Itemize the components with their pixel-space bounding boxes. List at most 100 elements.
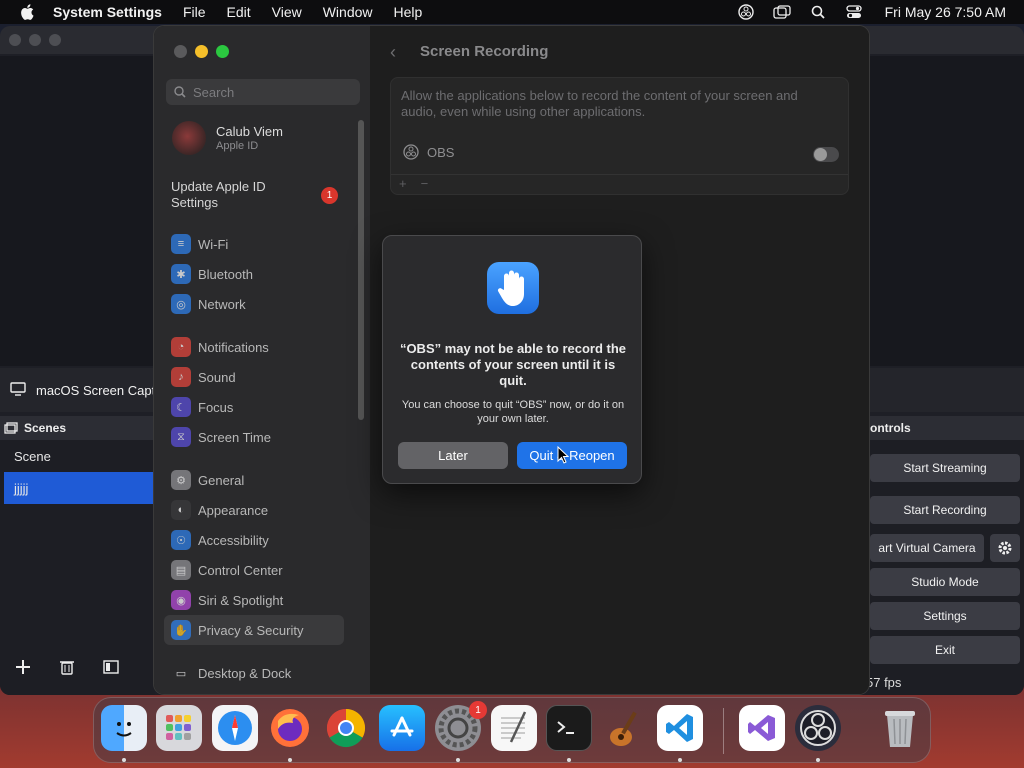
sidebar-item-sound[interactable]: ♪ Sound: [171, 365, 236, 389]
back-chevron-icon[interactable]: ‹: [390, 42, 396, 63]
scenes-panel-header: Scenes: [0, 416, 155, 440]
menubar-clock[interactable]: Fri May 26 7:50 AM: [885, 4, 1006, 20]
page-title: Screen Recording: [420, 43, 549, 60]
menu-help[interactable]: Help: [394, 4, 423, 20]
window-menubar-icon[interactable]: [772, 4, 791, 20]
toggle-knob: [814, 148, 827, 161]
card-divider: [391, 174, 848, 175]
add-scene-button[interactable]: [10, 655, 36, 679]
vscode-icon[interactable]: [657, 705, 703, 751]
scene-filters-icon[interactable]: [98, 655, 124, 679]
garageband-icon[interactable]: [602, 705, 648, 751]
menu-file[interactable]: File: [183, 4, 206, 20]
obs-icon[interactable]: [795, 705, 841, 751]
wifi-icon: ≡: [171, 234, 191, 254]
running-indicator: [678, 758, 682, 762]
update-apple-id-settings[interactable]: Update Apple ID Settings: [171, 179, 283, 211]
later-button[interactable]: Later: [398, 442, 508, 469]
apple-id-account[interactable]: Calub Viem Apple ID: [172, 121, 283, 155]
menu-app-name[interactable]: System Settings: [53, 4, 162, 20]
sidebar-item-label: Notifications: [198, 339, 269, 355]
monitor-icon: [10, 381, 26, 399]
permission-description: Allow the applications below to record t…: [401, 88, 798, 119]
sidebar-item-siri-spotlight[interactable]: ◉ Siri & Spotlight: [171, 588, 283, 612]
sidebar-item-focus[interactable]: ☾ Focus: [171, 395, 233, 419]
app-store-icon[interactable]: [379, 705, 425, 751]
sidebar-scrollbar[interactable]: [358, 120, 364, 420]
zoom-button[interactable]: [216, 45, 229, 58]
menu-window[interactable]: Window: [323, 4, 373, 20]
sidebar-item-accessibility[interactable]: ☉ Accessibility: [171, 528, 269, 552]
sidebar-item-general[interactable]: ⚙ General: [171, 468, 244, 492]
quit-reopen-button[interactable]: Quit & Reopen: [517, 442, 627, 469]
control-center-icon: ▤: [171, 560, 191, 580]
control-center-icon[interactable]: [845, 4, 863, 20]
spotlight-search-icon[interactable]: [809, 4, 827, 20]
sidebar-item-control-center[interactable]: ▤ Control Center: [171, 558, 283, 582]
search-field[interactable]: Search: [166, 79, 360, 105]
obs-zoom-button[interactable]: [49, 34, 61, 46]
obs-close-button[interactable]: [9, 34, 21, 46]
window-traffic-lights: [174, 45, 229, 58]
scene-toolbar: [10, 655, 124, 679]
sidebar-item-label: General: [198, 472, 245, 488]
obs-permission-toggle[interactable]: [813, 147, 839, 162]
sidebar-item-screen-time[interactable]: ⧖ Screen Time: [171, 425, 271, 449]
add-app-button[interactable]: +: [399, 176, 407, 191]
system-settings-badge: 1: [469, 701, 487, 719]
sidebar-item-label: Privacy & Security: [198, 622, 304, 638]
sidebar-item-label: Screen Time: [198, 429, 271, 445]
obs-exit-button[interactable]: Exit: [870, 636, 1020, 664]
settings-sidebar: Search Calub Viem Apple ID Update Apple …: [154, 26, 370, 694]
sidebar-item-label: Appearance: [198, 502, 269, 518]
trash-icon[interactable]: [877, 705, 923, 751]
remove-app-button[interactable]: −: [421, 176, 429, 191]
chrome-icon[interactable]: [323, 705, 369, 751]
apple-menu-icon[interactable]: [17, 4, 37, 20]
sidebar-item-desktop-dock[interactable]: ▭ Desktop & Dock: [171, 661, 291, 685]
scenes-header-label: Scenes: [24, 421, 67, 435]
privacy-hand-icon: [487, 262, 539, 314]
close-button[interactable]: [174, 45, 187, 58]
scene-item[interactable]: Scene: [0, 440, 155, 472]
terminal-icon[interactable]: [546, 705, 592, 751]
menu-view[interactable]: View: [272, 4, 302, 20]
sidebar-item-label: Control Center: [198, 562, 283, 578]
obs-controls-panel: ontrols Start Streaming Start Recording …: [866, 416, 1024, 695]
hourglass-icon: ⧖: [171, 427, 191, 447]
start-recording-button[interactable]: Start Recording: [870, 496, 1020, 524]
bell-icon: ◔: [171, 337, 191, 357]
menu-edit[interactable]: Edit: [227, 4, 251, 20]
sidebar-item-privacy-security[interactable]: ✋ Privacy & Security: [164, 615, 344, 645]
sidebar-item-appearance[interactable]: ◐ Appearance: [171, 498, 268, 522]
safari-icon[interactable]: [212, 705, 258, 751]
sidebar-item-label: Accessibility: [198, 532, 269, 548]
finder-icon[interactable]: [101, 705, 147, 751]
obs-source-label[interactable]: macOS Screen Captu: [36, 383, 162, 398]
firefox-icon[interactable]: [267, 705, 313, 751]
gear-icon: ⚙: [171, 470, 191, 490]
start-streaming-button[interactable]: Start Streaming: [870, 454, 1020, 482]
sidebar-item-notifications[interactable]: ◔ Notifications: [171, 335, 269, 359]
search-placeholder: Search: [193, 84, 235, 100]
minimize-button[interactable]: [195, 45, 208, 58]
obs-menubar-icon[interactable]: [737, 4, 755, 20]
sidebar-item-wi-fi[interactable]: ≡ Wi-Fi: [171, 232, 228, 256]
sidebar-item-network[interactable]: ◎ Network: [171, 292, 246, 316]
trash-icon[interactable]: [54, 655, 80, 679]
running-indicator: [456, 758, 460, 762]
launchpad-icon[interactable]: [156, 705, 202, 751]
start-virtual-camera-button[interactable]: art Virtual Camera: [870, 534, 984, 562]
obs-settings-button[interactable]: Settings: [870, 602, 1020, 630]
studio-mode-button[interactable]: Studio Mode: [870, 568, 1020, 596]
obs-minimize-button[interactable]: [29, 34, 41, 46]
textedit-icon[interactable]: [491, 705, 537, 751]
scene-item-selected[interactable]: jjjjj: [4, 472, 155, 504]
obs-scenes-panel: Scenes Scene jjjjj: [0, 416, 155, 695]
sidebar-item-bluetooth[interactable]: ✱ Bluetooth: [171, 262, 253, 286]
virtual-camera-settings-gear-icon[interactable]: [990, 534, 1020, 562]
visual-studio-icon[interactable]: [739, 705, 785, 751]
running-indicator: [567, 758, 571, 762]
sidebar-item-label: Bluetooth: [198, 266, 253, 282]
running-indicator: [288, 758, 292, 762]
